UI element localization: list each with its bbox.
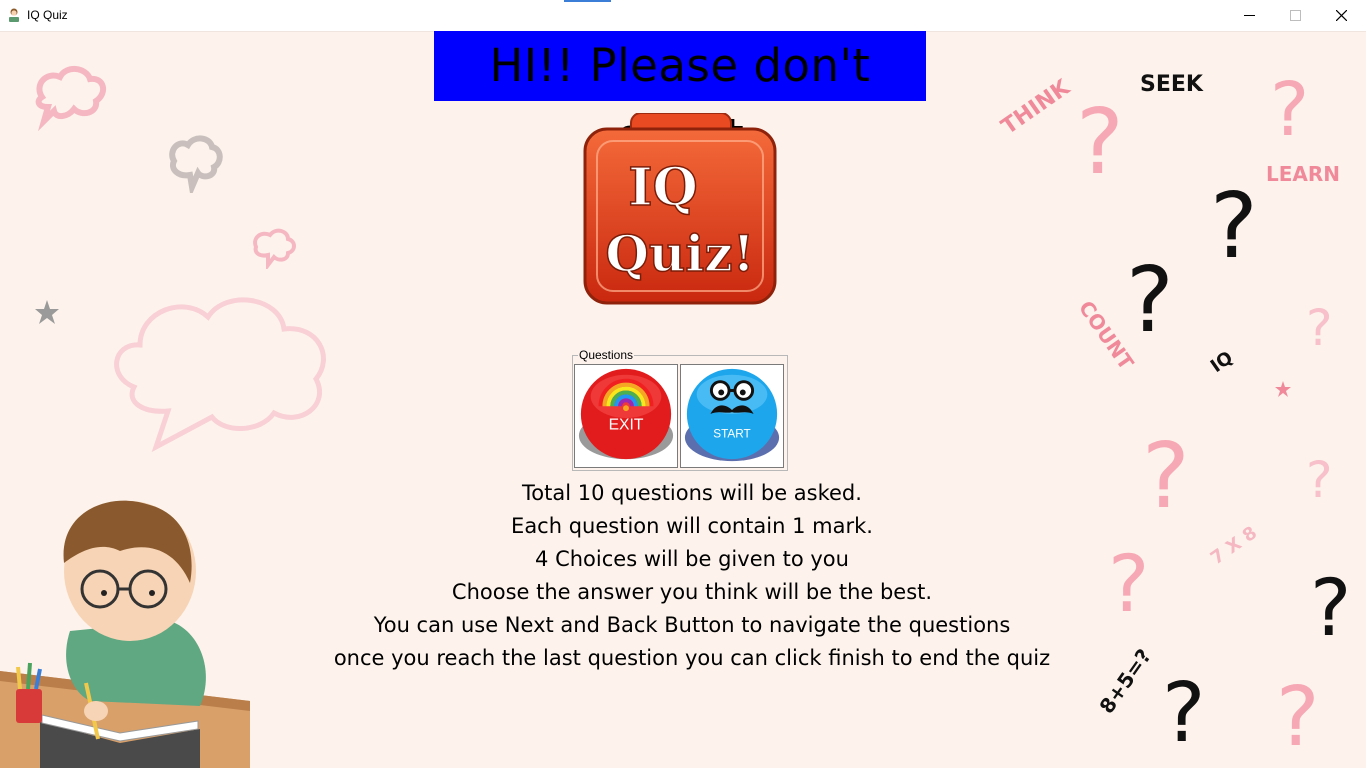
window-accent-line [564,0,611,2]
exit-button-label: EXIT [609,417,644,434]
pink-question-mark-icon: ? [1270,67,1309,153]
close-button[interactable] [1318,0,1364,31]
close-icon [1335,10,1347,21]
instruction-line: 4 Choices will be given to you [535,547,849,571]
maximize-icon [1289,10,1301,21]
logo-text-iq: IQ [628,157,698,218]
pink-speech-bubble-icon [35,66,107,132]
instruction-line: Choose the answer you think will be the … [451,580,933,604]
title-bar: IQ Quiz [0,0,1366,32]
black-question-mark-icon: ? [1162,666,1206,761]
black-question-mark-icon: ? [1126,248,1174,353]
instruction-line: Each question will contain 1 mark. [511,514,873,538]
pink-question-mark-icon: ? [1276,670,1320,765]
pink-question-mark-icon: ? [1076,90,1124,195]
pink-question-mark-icon: ? [1306,299,1333,357]
instruction-line: once you reach the last question you can… [333,646,1051,670]
questions-group-label: Questions [578,348,635,362]
small-pink-bubble-icon [253,228,296,269]
start-button-label: START [713,428,750,441]
eight-plus-five-word: 8+5=? [1094,644,1156,718]
start-button[interactable]: START [680,364,784,468]
seven-times-eight-word: 7 X 8 [1207,522,1261,569]
boy-studying-illustration [0,500,250,768]
iq-word: IQ [1207,347,1237,377]
instruction-line: Total 10 questions will be asked. [522,481,862,505]
count-word: COUNT [1074,296,1139,374]
star-icon [35,300,59,324]
think-word: THINK [997,75,1075,140]
exit-button[interactable]: EXIT [574,364,678,468]
minimize-icon [1243,15,1255,16]
black-question-mark-icon: ? [1310,564,1351,654]
small-star-icon [1275,381,1291,397]
maximize-button[interactable] [1272,0,1318,31]
learn-word: LEARN [1266,162,1340,186]
seek-word: SEEK [1140,72,1204,97]
greeting-banner: HI!! Please don't cheat [434,31,926,162]
grey-speech-bubble-icon [169,135,223,193]
logo-text-quiz: Quiz! [605,224,754,283]
pink-question-mark-icon: ? [1108,540,1149,630]
pink-question-mark-icon: ? [1306,451,1333,509]
black-question-mark-icon: ? [1210,174,1258,279]
start-button-graphic: START [684,368,780,462]
app-icon [9,8,19,22]
pink-question-mark-icon: ? [1142,424,1190,529]
exit-button-graphic: EXIT [578,368,674,460]
questions-groupbox: Questions EXIT START [572,348,788,471]
main-area: THINK SEEK LEARN COUNT IQ 7 X 8 8+5=? ? … [0,31,1366,768]
window-title: IQ Quiz [27,8,68,22]
instructions-text: Total 10 questions will be asked. Each q… [300,477,1084,675]
minimize-button[interactable] [1226,0,1272,31]
large-thought-bubble-icon [114,297,326,453]
instruction-line: You can use Next and Back Button to navi… [373,613,1011,637]
iq-quiz-logo: IQ Quiz! [583,113,777,305]
